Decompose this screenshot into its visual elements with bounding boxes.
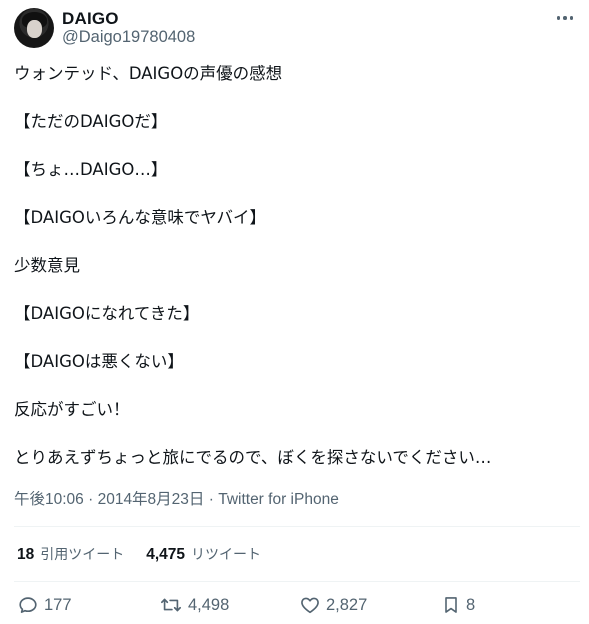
tweet-line: とりあえずちょっと旅にでるので、ぼくを探さないでください…	[14, 448, 492, 467]
tweet-line: 少数意見	[14, 256, 80, 275]
tweet-header: DAIGO @Daigo19780408	[14, 8, 582, 50]
quotes-count: 18	[17, 546, 35, 563]
tweet-line: 【ちょ…DAIGO…】	[14, 160, 168, 179]
divider	[14, 526, 580, 527]
retweet-count: 4,498	[188, 595, 230, 614]
avatar[interactable]	[14, 8, 54, 48]
meta-separator: ·	[204, 491, 219, 508]
retweets-label: リツイート	[191, 547, 262, 563]
reply-button[interactable]: 177	[17, 594, 72, 616]
tweet-meta: 午後10:06 · 2014年8月23日 · Twitter for iPhon…	[14, 487, 339, 509]
tweet-line: 【DAIGOは悪くない】	[14, 352, 184, 371]
tweet-line: 【DAIGOいろんな意味でヤバイ】	[14, 208, 267, 227]
tweet-stats: 18 引用ツイート 4,475 リツイート	[17, 544, 261, 564]
tweet-actions: 177 4,498 2,827 8	[17, 594, 577, 618]
quotes-stat[interactable]: 18 引用ツイート	[17, 545, 124, 563]
retweets-count: 4,475	[146, 546, 186, 563]
reply-count: 177	[44, 595, 72, 614]
author-display-name[interactable]: DAIGO	[62, 9, 119, 29]
more-horizontal-icon[interactable]	[552, 8, 578, 28]
tweet-text: ウォンテッド、DAIGOの声優の感想 【ただのDAIGOだ】 【ちょ…DAIGO…	[14, 62, 574, 470]
author-handle[interactable]: @Daigo19780408	[62, 28, 195, 47]
tweet-line: ウォンテッド、DAIGOの声優の感想	[14, 64, 283, 83]
tweet-line: 反応がすごい！	[14, 400, 130, 419]
bookmark-icon	[445, 597, 457, 613]
tweet-line: 【DAIGOになれてきた】	[14, 304, 200, 323]
reply-icon	[19, 597, 37, 613]
tweet-line: 【ただのDAIGOだ】	[14, 112, 168, 131]
meta-separator: ·	[83, 491, 98, 508]
heart-icon	[301, 597, 319, 614]
tweet-date[interactable]: 2014年8月23日	[98, 491, 205, 508]
bookmark-count: 8	[466, 595, 476, 614]
tweet-time[interactable]: 午後10:06	[14, 491, 84, 508]
divider	[14, 581, 580, 582]
avatar-face	[27, 20, 42, 38]
retweets-stat[interactable]: 4,475 リツイート	[146, 545, 261, 563]
like-button[interactable]: 2,827	[299, 594, 367, 616]
retweet-icon	[161, 598, 181, 612]
tweet-source[interactable]: Twitter for iPhone	[218, 491, 339, 508]
like-count: 2,827	[326, 595, 368, 614]
retweet-button[interactable]: 4,498	[159, 594, 229, 616]
quotes-label: 引用ツイート	[40, 547, 125, 563]
bookmark-button[interactable]: 8	[441, 594, 475, 616]
